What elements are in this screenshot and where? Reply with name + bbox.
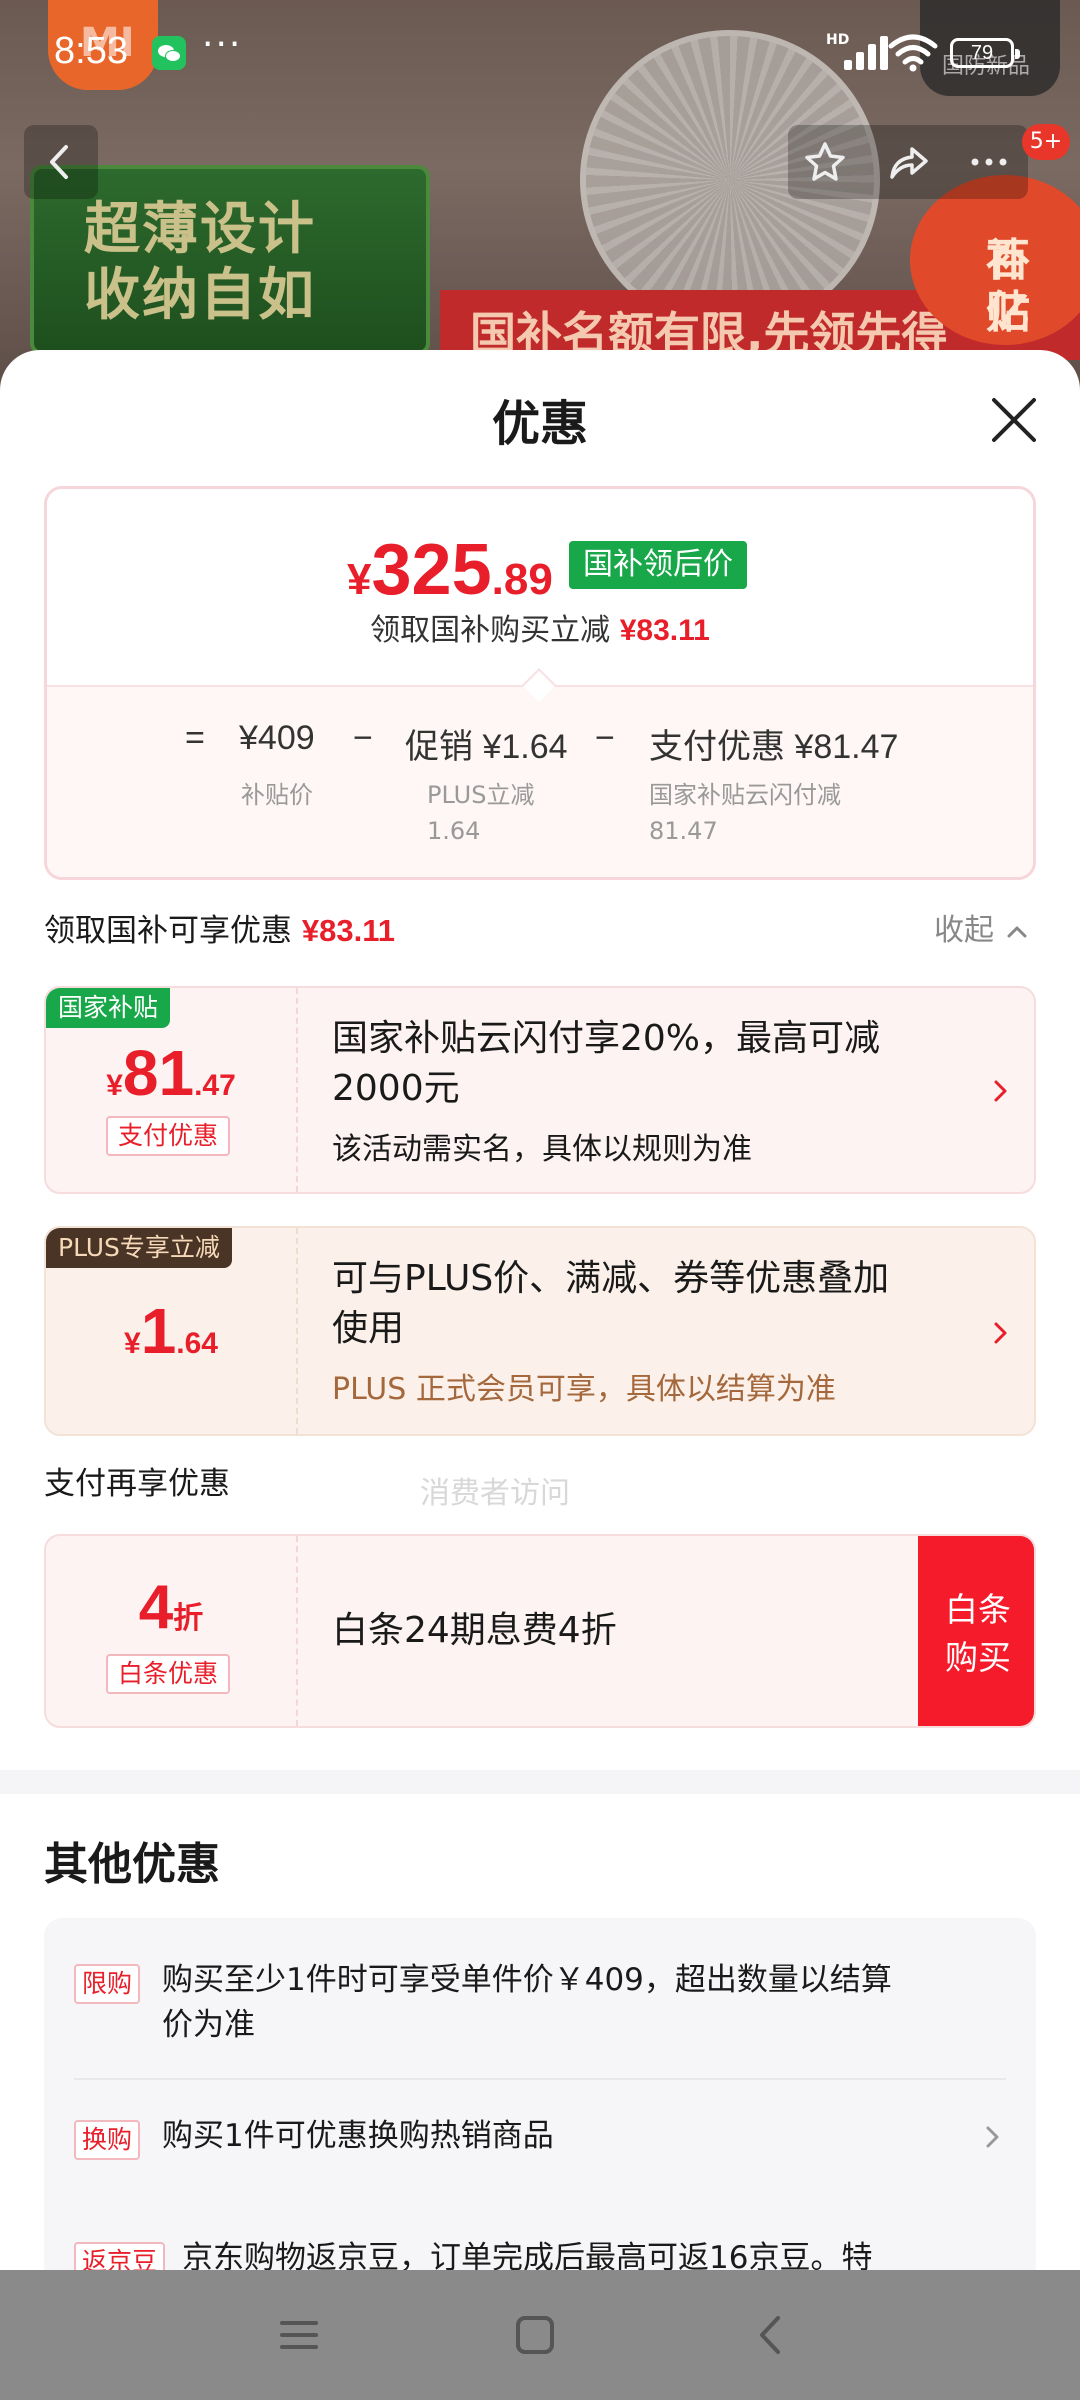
list-item[interactable]: 换购 购买1件可优惠换购热销商品 <box>74 2114 1014 2164</box>
back-icon[interactable] <box>748 2312 794 2358</box>
base-price: ¥409 <box>239 719 315 757</box>
signal-icon <box>830 34 888 70</box>
list-divider <box>74 2078 1006 2080</box>
home-icon[interactable] <box>512 2312 558 2358</box>
minus-sign: − <box>353 719 373 757</box>
wifi-icon <box>888 34 938 72</box>
sheet-title: 优惠 <box>491 396 588 452</box>
coupon-subtitle: 该活动需实名，具体以规则为准 <box>332 1132 752 1167</box>
watermark-text: 消费者访问 <box>420 1476 570 1511</box>
list-item: 限购 购买至少1件时可享受单件价￥409，超出数量以结算 价为准 <box>74 1958 1014 2048</box>
offer-text: 购买至少1件时可享受单件价￥409，超出数量以结算 价为准 <box>162 1962 892 2043</box>
top-action-group <box>788 125 1028 199</box>
coupon-amount: 4折 <box>138 1573 204 1642</box>
banner-line2: 收纳自如 <box>84 263 316 328</box>
discount-sheet: 优惠 ¥325.89 国补领后价 领取国补购买立减 ¥83.11 = ¥409 … <box>0 350 1080 2400</box>
banner-line1: 超薄设计 <box>84 197 316 262</box>
baitiao-buy-button[interactable]: 白条 购买 <box>918 1536 1034 1726</box>
coupon-amount: ¥81.47 <box>106 1037 236 1109</box>
collapse-label: 收起 <box>934 913 994 948</box>
gov-subsidy-ribbon: 国家补贴 <box>46 988 171 1028</box>
coupon-amount-area: 4折 白条优惠 <box>46 1536 298 1726</box>
pay-discount: 支付优惠 ¥81.47 <box>649 728 899 766</box>
chevron-left-icon <box>50 145 68 179</box>
share-icon[interactable] <box>884 139 930 185</box>
system-navigation-bar <box>0 2270 1080 2400</box>
final-price: ¥325.89 <box>347 530 553 610</box>
offer-tag: 限购 <box>74 1964 141 2004</box>
price-summary-box: ¥325.89 国补领后价 领取国补购买立减 ¥83.11 = ¥409 − 促… <box>44 486 1036 880</box>
wechat-icon <box>152 36 186 70</box>
coupon-amount: ¥1.64 <box>124 1295 218 1367</box>
payment-offers-section-title: 支付再享优惠 <box>44 1466 230 1502</box>
plus-discount-card[interactable]: PLUS专享立减 ¥1.64 可与PLUS价、满减、券等优惠叠加 使用 PLUS … <box>44 1226 1036 1436</box>
status-time: 8:53 <box>54 30 128 72</box>
pay-label: 国家补贴云闪付减 81.47 <box>649 781 841 845</box>
battery-icon: 79 <box>950 38 1020 68</box>
menu-icon[interactable] <box>276 2312 322 2358</box>
chevron-right-icon <box>994 1080 1007 1102</box>
base-price-label: 补贴价 <box>241 781 313 809</box>
coupon-title: 国家补贴云闪付享20%，最高可减 2000元 <box>332 1018 881 1109</box>
price-tag-badge: 国补领后价 <box>569 541 747 589</box>
back-button[interactable] <box>24 125 98 199</box>
minus-sign: − <box>595 719 615 757</box>
baitiao-card[interactable]: 4折 白条优惠 白条24期息费4折 白条 购买 <box>44 1534 1036 1728</box>
chevron-right-icon <box>994 1322 1007 1344</box>
coupon-title: 可与PLUS价、满减、券等优惠叠加 使用 <box>332 1258 890 1349</box>
collapse-button[interactable]: 收起 <box>934 905 1030 949</box>
other-offers-title: 其他优惠 <box>44 1839 220 1890</box>
more-notifications-icon: ··· <box>202 24 243 65</box>
more-icon[interactable] <box>966 139 1012 185</box>
gov-subsidy-section-title: 领取国补可享优惠 ¥83.11 <box>44 913 395 949</box>
close-icon[interactable] <box>984 390 1044 450</box>
promo-discount: 促销 ¥1.64 <box>405 728 568 766</box>
offer-text: 购买1件可优惠换购热销商品 <box>162 2118 554 2154</box>
status-bar: 8:53 ··· HD 79 <box>0 0 1080 100</box>
chevron-right-icon <box>986 2126 999 2148</box>
promo-label: PLUS立减 1.64 <box>427 781 535 845</box>
gov-subsidy-card[interactable]: 国家补贴 ¥81.47 支付优惠 国家补贴云闪付享20%，最高可减 2000元 该… <box>44 986 1036 1194</box>
message-count-badge: 5+ <box>1022 124 1070 160</box>
offer-tag: 换购 <box>74 2120 141 2160</box>
coupon-subtitle: PLUS 正式会员可享，具体以结算为准 <box>332 1372 836 1407</box>
coupon-type-tag: 支付优惠 <box>106 1116 231 1156</box>
equals-sign: = <box>185 719 205 757</box>
plus-ribbon: PLUS专享立减 <box>46 1228 232 1268</box>
summary-subtitle: 领取国补购买立减 ¥83.11 <box>370 613 710 648</box>
favorite-star-icon[interactable] <box>802 139 848 185</box>
chevron-up-icon <box>1007 926 1027 937</box>
coupon-type-tag: 白条优惠 <box>106 1654 231 1694</box>
coupon-title: 白条24期息费4折 <box>332 1610 617 1651</box>
section-divider <box>0 1770 1080 1794</box>
